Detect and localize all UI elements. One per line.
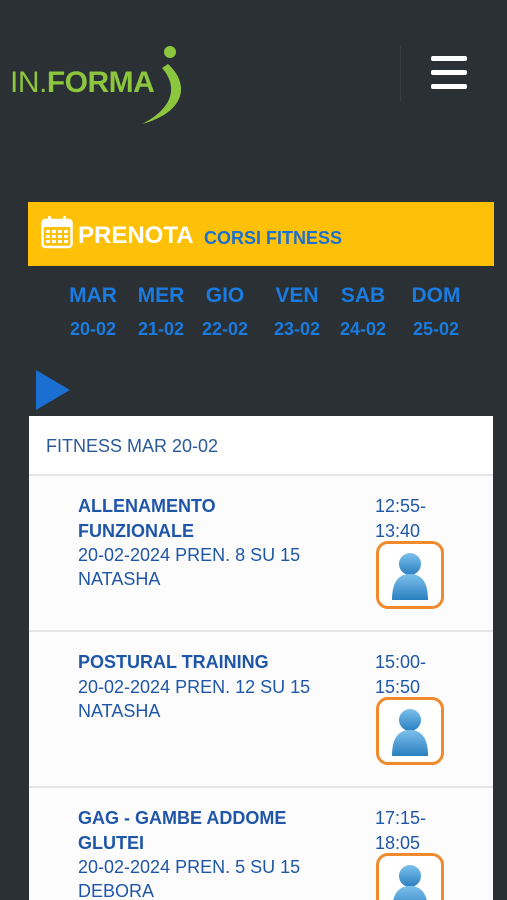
day-name: GIO [205,284,245,307]
day-tab-dom[interactable]: DOM 25-02 [401,282,471,342]
class-name: GAG - GAMBE ADDOME GLUTEI [78,806,338,856]
logo-prefix: IN. [10,66,47,99]
header-divider [400,46,401,102]
hamburger-menu-icon[interactable] [426,52,472,96]
person-icon [393,865,427,900]
banner-subtitle: CORSI FITNESS [204,228,343,248]
class-name: POSTURAL TRAINING [78,650,338,675]
day-name: DOM [411,284,461,307]
day-date: 21-02 [137,319,185,339]
class-info: 20-02-2024 PREN. 8 SU 15 [78,545,301,565]
day-date: 25-02 [412,319,460,339]
class-name: ALLENAMENTO FUNZIONALE [78,494,338,544]
class-instructor: NATASHA [78,569,161,589]
class-name-line1: POSTURAL TRAINING [78,652,269,672]
class-name-line1: GAG - GAMBE ADDOME [78,808,287,828]
day-tab-gio[interactable]: GIO 22-02 [190,282,260,342]
day-tab-mer[interactable]: MER 21-02 [126,282,196,342]
day-name: MAR [69,284,117,307]
class-name-line2: GLUTEI [78,833,144,853]
calendar-icon [41,216,73,249]
panel-heading: FITNESS MAR 20-02 [46,436,219,456]
booking-banner: PRENOTA CORSI FITNESS [28,202,494,266]
class-item[interactable]: POSTURAL TRAINING 20-02-2024 PREN. 12 SU… [29,632,493,788]
day-selector: MAR 20-02 MER 21-02 GIO 22-02 VEN 23-02 … [58,282,478,352]
day-name: SAB [340,284,386,307]
app-header: IN.FORMA [0,0,507,140]
banner-title: PRENOTA [78,222,194,249]
day-date: 24-02 [339,319,387,339]
time-end: 18:05 [375,833,421,853]
play-arrow-icon[interactable] [36,370,70,410]
book-class-button[interactable] [376,697,444,765]
day-tab-mar[interactable]: MAR 20-02 [58,282,128,342]
day-date: 23-02 [273,319,321,339]
class-instructor: DEBORA [78,881,155,900]
class-item[interactable]: GAG - GAMBE ADDOME GLUTEI 20-02-2024 PREN… [29,788,493,900]
logo-swoosh-icon [142,46,182,124]
class-instructor: NATASHA [78,701,161,721]
person-icon [392,553,428,600]
book-class-button[interactable] [376,853,444,900]
class-list-panel: FITNESS MAR 20-02 ALLENAMENTO FUNZIONALE … [29,416,493,900]
class-time: 17:15- 18:05 [375,806,445,856]
person-icon [392,709,428,756]
day-tab-sab[interactable]: SAB 24-02 [328,282,398,342]
class-time: 12:55- 13:40 [375,494,445,544]
class-info: 20-02-2024 PREN. 12 SU 15 [78,677,311,697]
time-start: 12:55- [375,496,427,516]
time-start: 17:15- [375,808,427,828]
class-info: 20-02-2024 PREN. 5 SU 15 [78,857,301,877]
panel-header: FITNESS MAR 20-02 [29,416,493,476]
class-name-line2: FUNZIONALE [78,521,194,541]
class-item[interactable]: ALLENAMENTO FUNZIONALE 20-02-2024 PREN. 8… [29,476,493,632]
day-name: VEN [275,284,319,307]
time-end: 13:40 [375,521,421,541]
time-end: 15:50 [375,677,421,697]
book-class-button[interactable] [376,541,444,609]
class-time: 15:00- 15:50 [375,650,445,700]
informa-logo[interactable]: IN.FORMA [10,44,190,128]
day-date: 22-02 [201,319,249,339]
day-tab-ven[interactable]: VEN 23-02 [262,282,332,342]
class-name-line1: ALLENAMENTO [78,496,216,516]
time-start: 15:00- [375,652,427,672]
day-name: MER [137,284,185,307]
day-date: 20-02 [69,319,117,339]
